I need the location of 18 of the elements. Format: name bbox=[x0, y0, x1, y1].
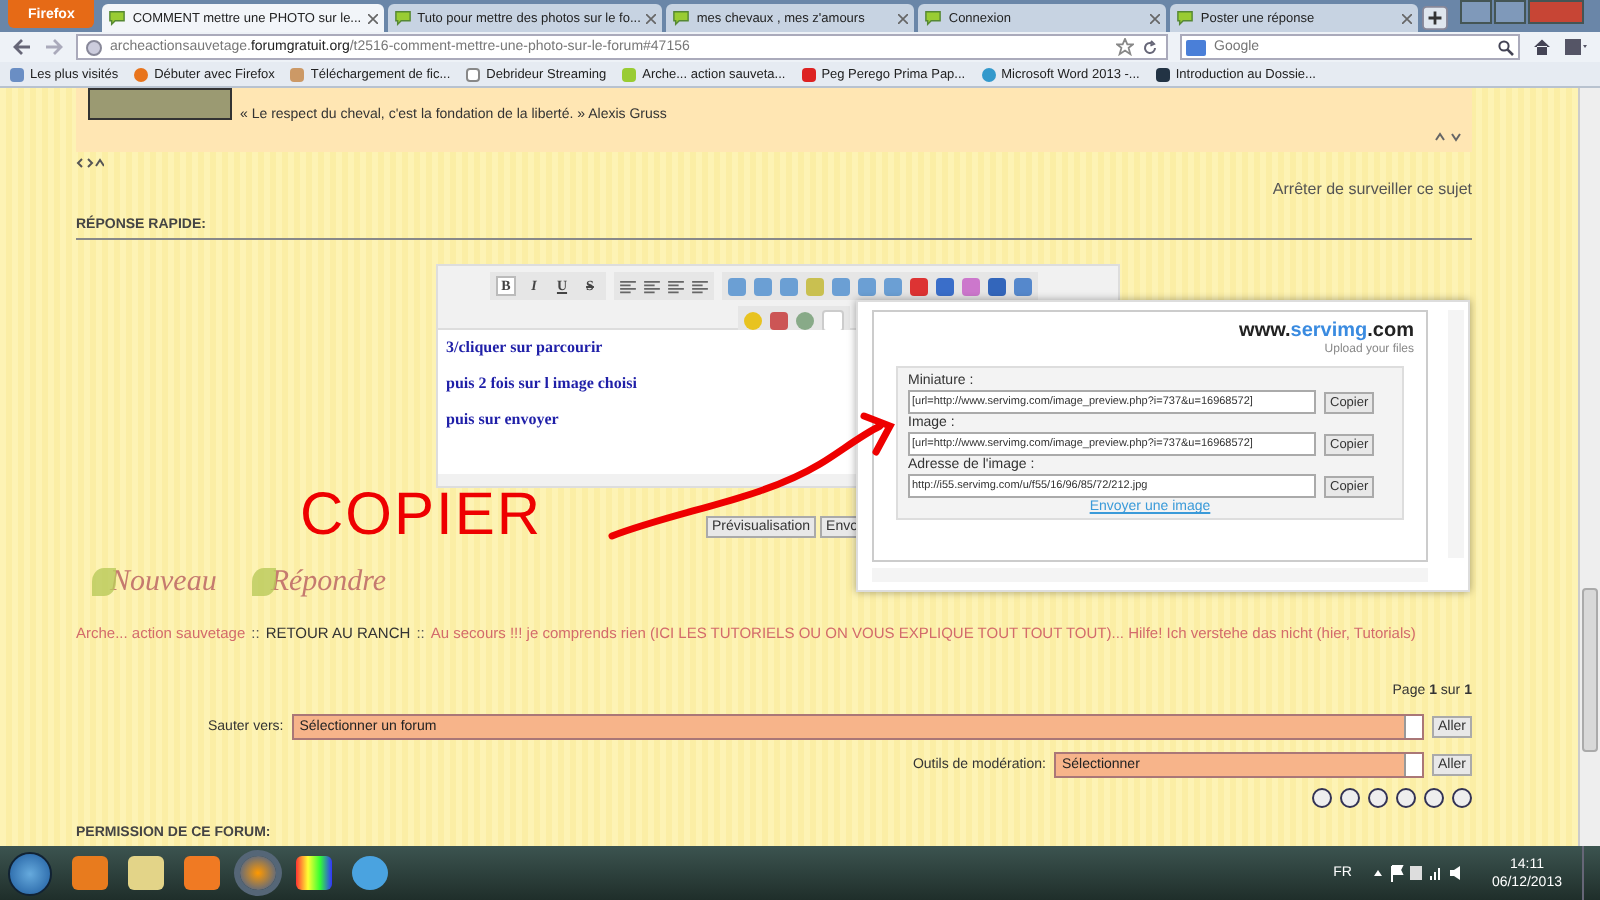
topic-navigation-icon[interactable] bbox=[76, 158, 104, 168]
handwritten-annotation: COPIER bbox=[300, 488, 543, 544]
photo-placeholder bbox=[88, 88, 232, 120]
align-icon[interactable] bbox=[668, 279, 684, 293]
stop-watching-link[interactable]: Arrêter de surveiller ce sujet bbox=[1272, 180, 1472, 198]
forward-icon[interactable] bbox=[44, 38, 64, 56]
home-icon[interactable] bbox=[1532, 38, 1552, 56]
reload-icon[interactable] bbox=[1142, 39, 1158, 55]
align-icon[interactable] bbox=[620, 279, 636, 293]
up-down-arrows-icon[interactable] bbox=[1434, 132, 1462, 142]
start-button[interactable] bbox=[8, 851, 52, 895]
tray-icons[interactable] bbox=[1371, 864, 1464, 882]
align-icon[interactable] bbox=[692, 279, 708, 293]
back-icon[interactable] bbox=[12, 38, 32, 56]
new-tab-icon[interactable] bbox=[1422, 6, 1449, 30]
scrollbar[interactable] bbox=[1578, 88, 1600, 846]
align-icon[interactable] bbox=[644, 279, 660, 293]
window-controls[interactable] bbox=[1460, 0, 1584, 24]
